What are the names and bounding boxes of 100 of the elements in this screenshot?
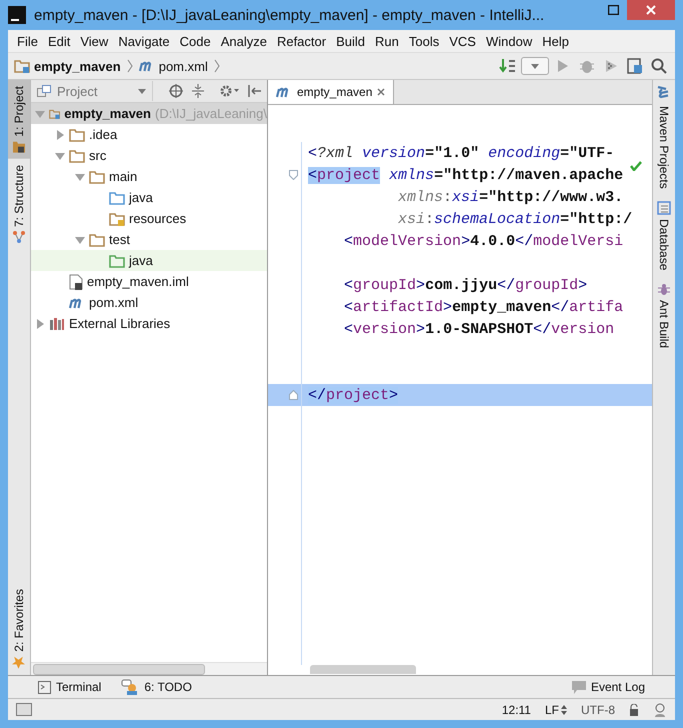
check-icon xyxy=(630,161,642,171)
line-separator[interactable]: LF xyxy=(544,702,567,716)
tree-item[interactable]: empty_maven.iml xyxy=(31,271,267,292)
folder-icon xyxy=(109,190,125,204)
code-line: <modelVersion>4.0.0</modelVersi xyxy=(343,232,624,250)
structure-icon xyxy=(13,230,25,243)
collapse-all-icon[interactable] xyxy=(191,84,205,98)
tree-item[interactable]: java xyxy=(31,187,267,208)
locate-icon[interactable] xyxy=(169,84,183,98)
menu-item[interactable]: Refactor xyxy=(272,34,332,48)
code-line: xmlns:xsi="http://www.w3. xyxy=(397,188,624,206)
expand-arrow-icon[interactable] xyxy=(55,130,65,140)
menu-item[interactable]: VCS xyxy=(444,34,481,48)
menu-item[interactable]: Edit xyxy=(42,34,76,48)
collapse-arrow-icon[interactable] xyxy=(75,234,85,244)
tool-window-tab[interactable]: Maven Projects xyxy=(653,80,675,195)
tree-item[interactable]: resources xyxy=(31,208,267,229)
folder-icon xyxy=(89,170,105,184)
close-icon[interactable] xyxy=(377,88,386,96)
fold-icon[interactable] xyxy=(289,390,298,400)
menu-item[interactable]: Help xyxy=(537,34,574,48)
tree-item-label: External Libraries xyxy=(69,316,170,331)
view-icon xyxy=(37,85,51,97)
menu-item[interactable]: Tools xyxy=(404,34,444,48)
scrollbar-thumb[interactable] xyxy=(33,664,205,674)
run-config-dropdown[interactable] xyxy=(521,57,549,75)
menu-item[interactable]: Navigate xyxy=(113,34,175,48)
chevron-icon xyxy=(126,59,133,73)
settings-icon[interactable] xyxy=(219,84,239,98)
folder-icon xyxy=(13,140,25,153)
window-title: empty_maven - [D:\IJ_javaLeaning\empty_maven] - empty_maven - IntelliJ... xyxy=(34,6,546,24)
tree-item[interactable]: pom.xml xyxy=(31,292,267,313)
code-line: <groupId>com.jjyu</groupId> xyxy=(343,276,588,294)
menu-item[interactable]: Code xyxy=(174,34,216,48)
tool-window-tab[interactable]: 2: Favorites xyxy=(8,583,30,675)
tree-item[interactable]: .idea xyxy=(31,124,267,145)
menu-item[interactable]: Analyze xyxy=(216,34,272,48)
tool-window-tab[interactable]: 1: Project xyxy=(8,80,30,159)
lock-icon[interactable] xyxy=(629,704,639,716)
file-icon xyxy=(69,274,83,290)
code-line: xsi:schemaLocation="http:/ xyxy=(397,210,632,228)
speech-bubble-icon xyxy=(572,680,586,694)
code-line: <artifactId>empty_maven</artifa xyxy=(343,298,624,316)
menu-item[interactable]: File xyxy=(12,34,43,48)
collapse-arrow-icon[interactable] xyxy=(55,150,65,160)
tree-item-label: java xyxy=(129,190,153,205)
maximize-icon xyxy=(608,5,618,15)
database-icon xyxy=(657,200,671,215)
tree-item-label: pom.xml xyxy=(89,295,138,310)
collapse-arrow-icon[interactable] xyxy=(75,172,85,182)
expand-arrow-icon[interactable] xyxy=(35,318,45,328)
tree-item-label: main xyxy=(109,169,138,184)
tool-window-button[interactable]: 6: TODO xyxy=(121,679,192,695)
project-structure-icon[interactable] xyxy=(625,56,645,76)
tool-window-tab[interactable]: Ant Build xyxy=(653,276,675,354)
search-icon[interactable] xyxy=(649,56,669,76)
up-down-arrows-icon xyxy=(561,704,567,714)
folder-icon xyxy=(89,232,105,246)
caret-position[interactable]: 12:11 xyxy=(502,702,531,716)
close-button[interactable] xyxy=(627,0,675,20)
tree-item[interactable]: java xyxy=(31,250,267,271)
tree-item[interactable]: External Libraries xyxy=(31,313,267,334)
menu-item[interactable]: View xyxy=(75,34,114,48)
menu-item[interactable]: Run xyxy=(370,34,404,48)
code-line: <version>1.0-SNAPSHOT</version xyxy=(343,320,614,338)
breadcrumb[interactable]: empty_maven xyxy=(14,58,121,74)
breadcrumb[interactable]: pom.xml xyxy=(138,58,208,74)
tool-window-button[interactable]: Event Log xyxy=(572,680,645,694)
code-line: </project> xyxy=(307,386,398,404)
folder-icon xyxy=(69,128,85,142)
sort-icon[interactable] xyxy=(499,58,517,74)
tree-item[interactable]: empty_maven (D:\IJ_javaLeaning\ xyxy=(31,103,267,124)
file-encoding[interactable]: UTF-8 xyxy=(581,702,615,716)
editor-tab[interactable]: empty_maven xyxy=(268,80,394,104)
fold-icon[interactable] xyxy=(289,170,298,180)
tree-item-label: java xyxy=(129,253,153,268)
menu-item[interactable]: Window xyxy=(480,34,538,48)
menu-item[interactable]: Build xyxy=(331,34,370,48)
panel-toggle-icon[interactable] xyxy=(16,702,32,716)
close-icon xyxy=(646,5,656,15)
library-icon xyxy=(49,316,65,330)
scrollbar-thumb[interactable] xyxy=(310,665,416,674)
tree-item-label: .idea xyxy=(89,127,118,142)
tree-item[interactable]: test xyxy=(31,229,267,250)
ant-icon xyxy=(657,282,671,296)
hide-icon[interactable] xyxy=(247,84,261,98)
tree-item-label: resources xyxy=(129,211,186,226)
code-line: <project xmlns="http://maven.apache xyxy=(307,166,624,184)
code-line: <?xml version="1.0" encoding="UTF- xyxy=(307,144,614,162)
tool-window-tab[interactable]: Database xyxy=(653,194,675,276)
todo-icon xyxy=(121,679,140,695)
dropdown-caret-icon xyxy=(138,88,146,94)
tree-item[interactable]: main xyxy=(31,166,267,187)
tool-window-button[interactable]: Terminal xyxy=(38,680,102,694)
folder-icon xyxy=(109,212,125,226)
tree-item-label: empty_maven.iml xyxy=(87,274,189,289)
terminal-icon xyxy=(38,680,51,694)
tool-window-tab[interactable]: 7: Structure xyxy=(8,158,30,249)
tree-item[interactable]: src xyxy=(31,145,267,166)
inspector-icon[interactable] xyxy=(653,702,667,716)
